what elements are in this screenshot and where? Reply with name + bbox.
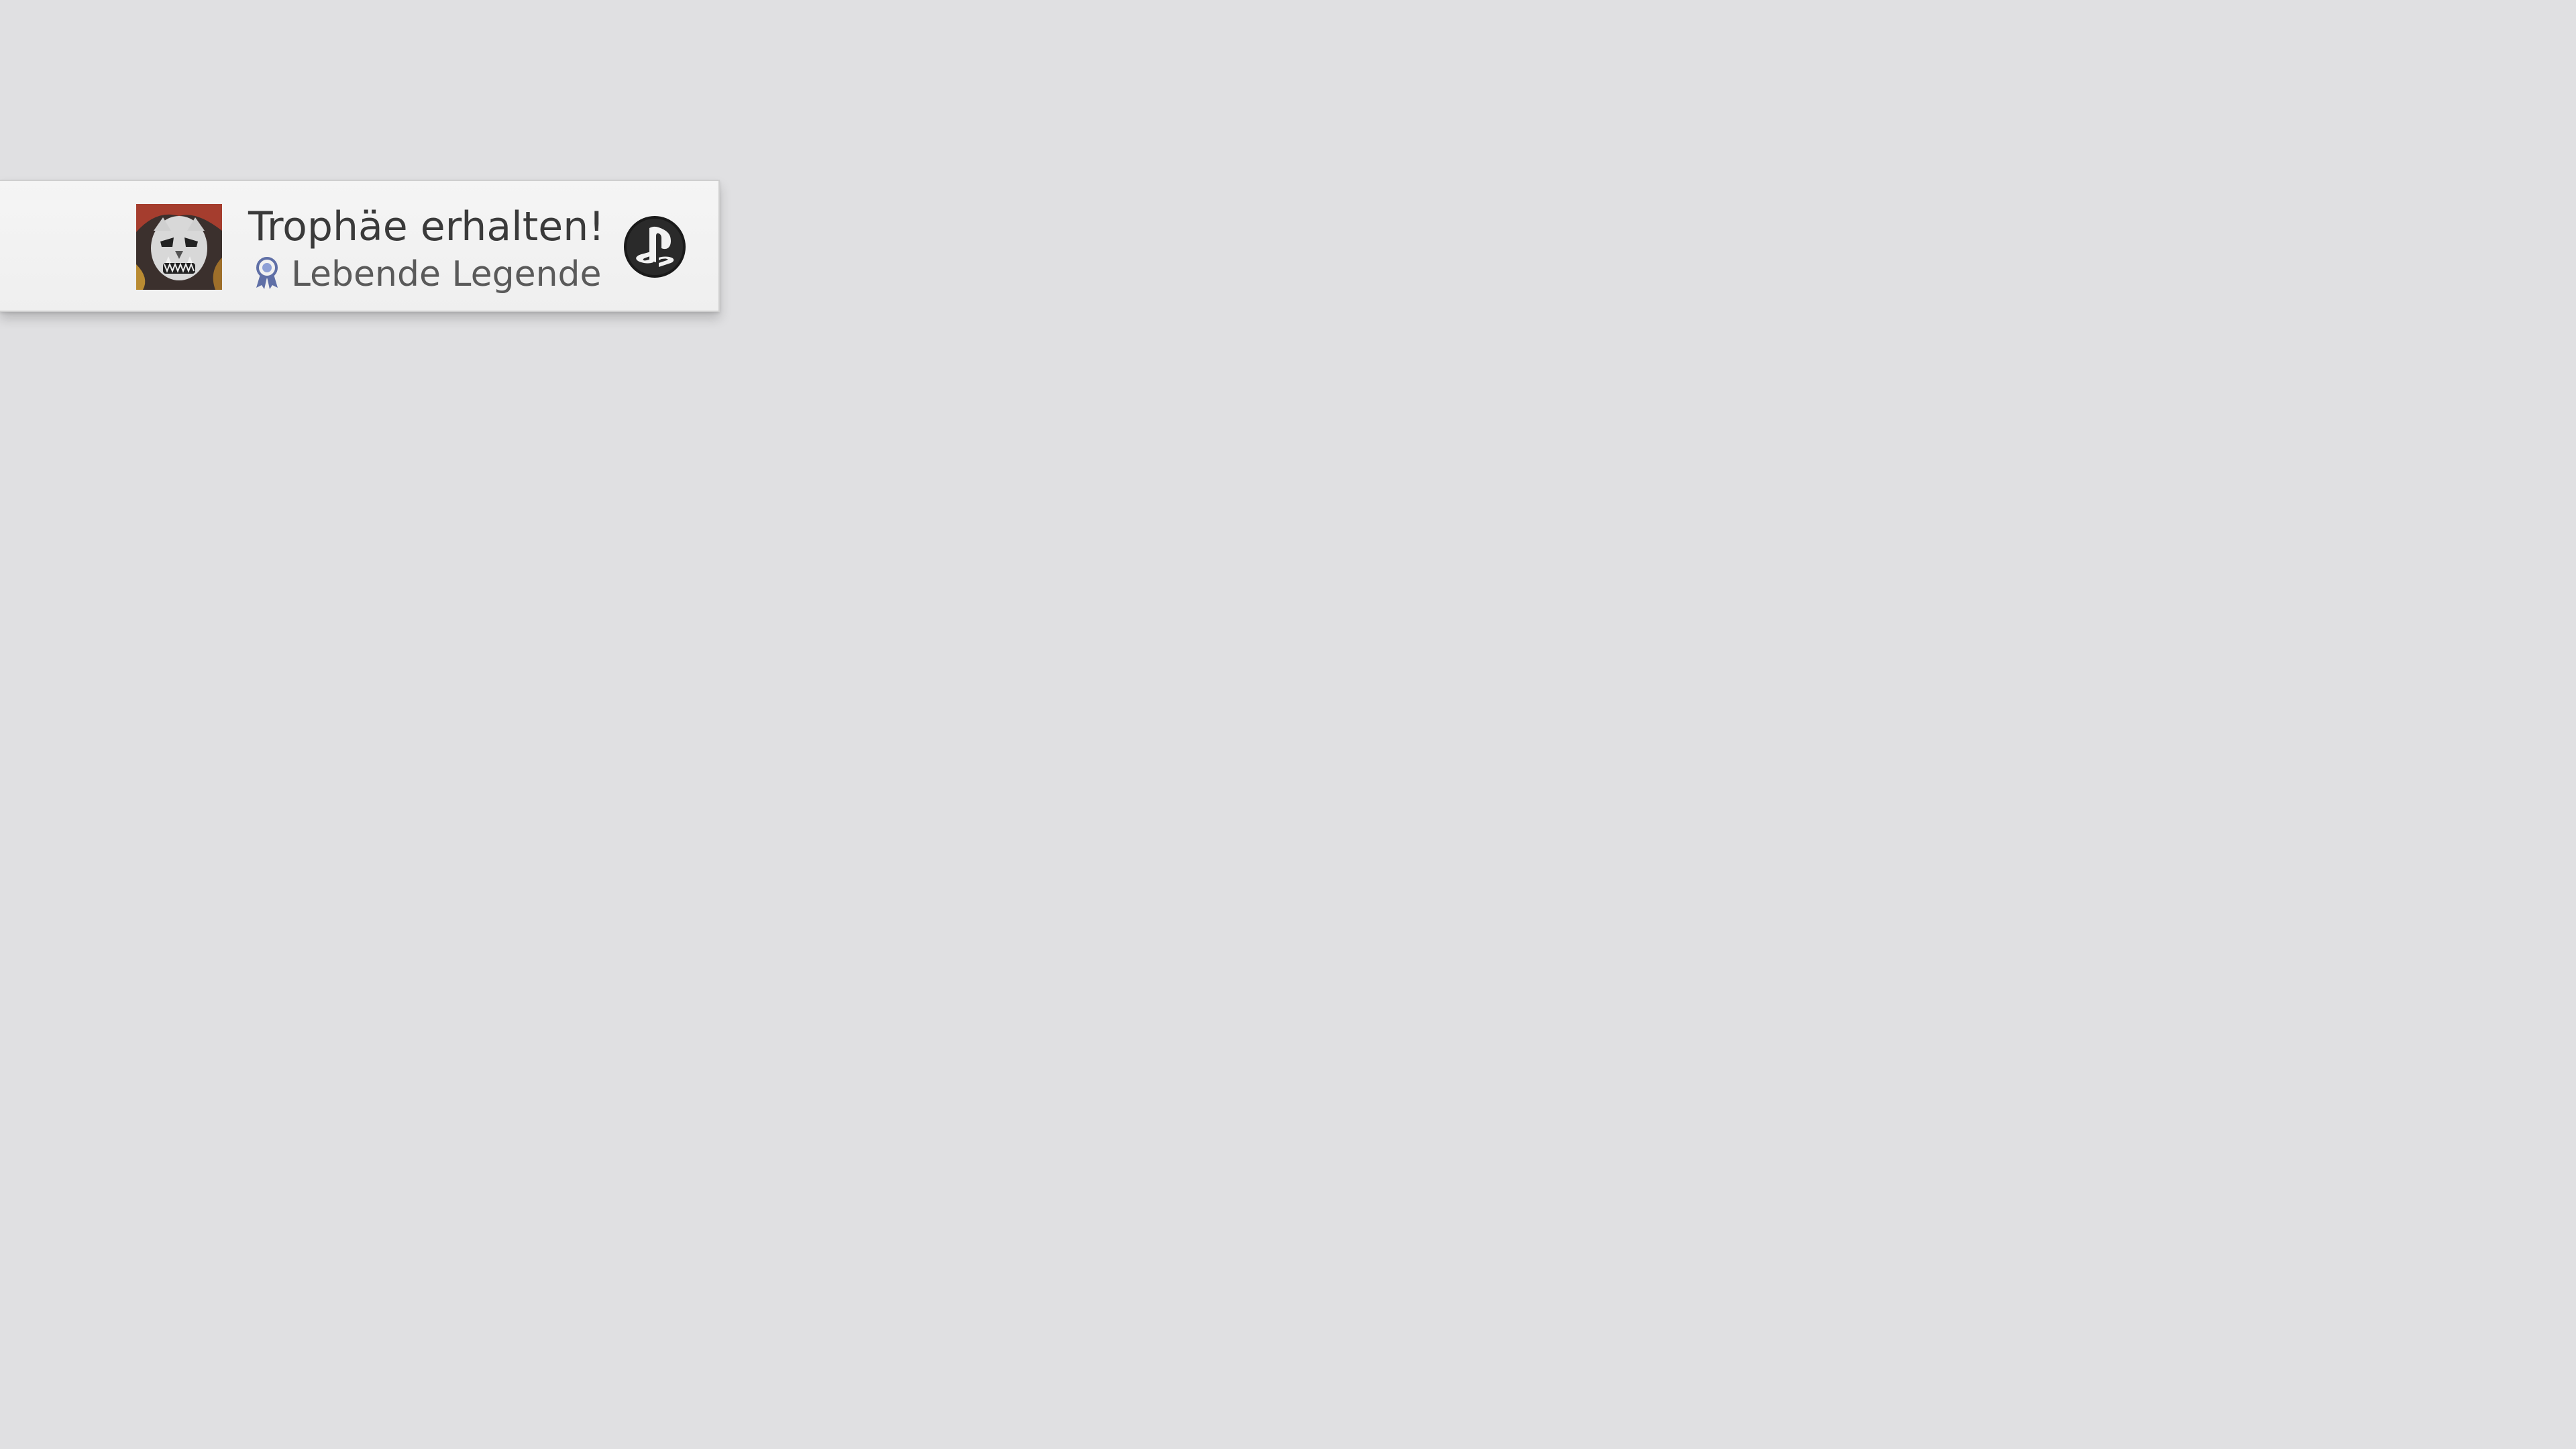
oni-mask-game-icon — [136, 204, 222, 290]
trophy-notification: Trophäe erhalten! Lebende Legende — [0, 180, 720, 312]
notification-title: Trophäe erhalten! — [248, 203, 605, 250]
trophy-name: Lebende Legende — [291, 254, 602, 294]
notification-text: Trophäe erhalten! Lebende Legende — [248, 201, 604, 297]
platinum-trophy-icon — [248, 256, 291, 293]
trophy-row: Lebende Legende — [248, 252, 604, 297]
